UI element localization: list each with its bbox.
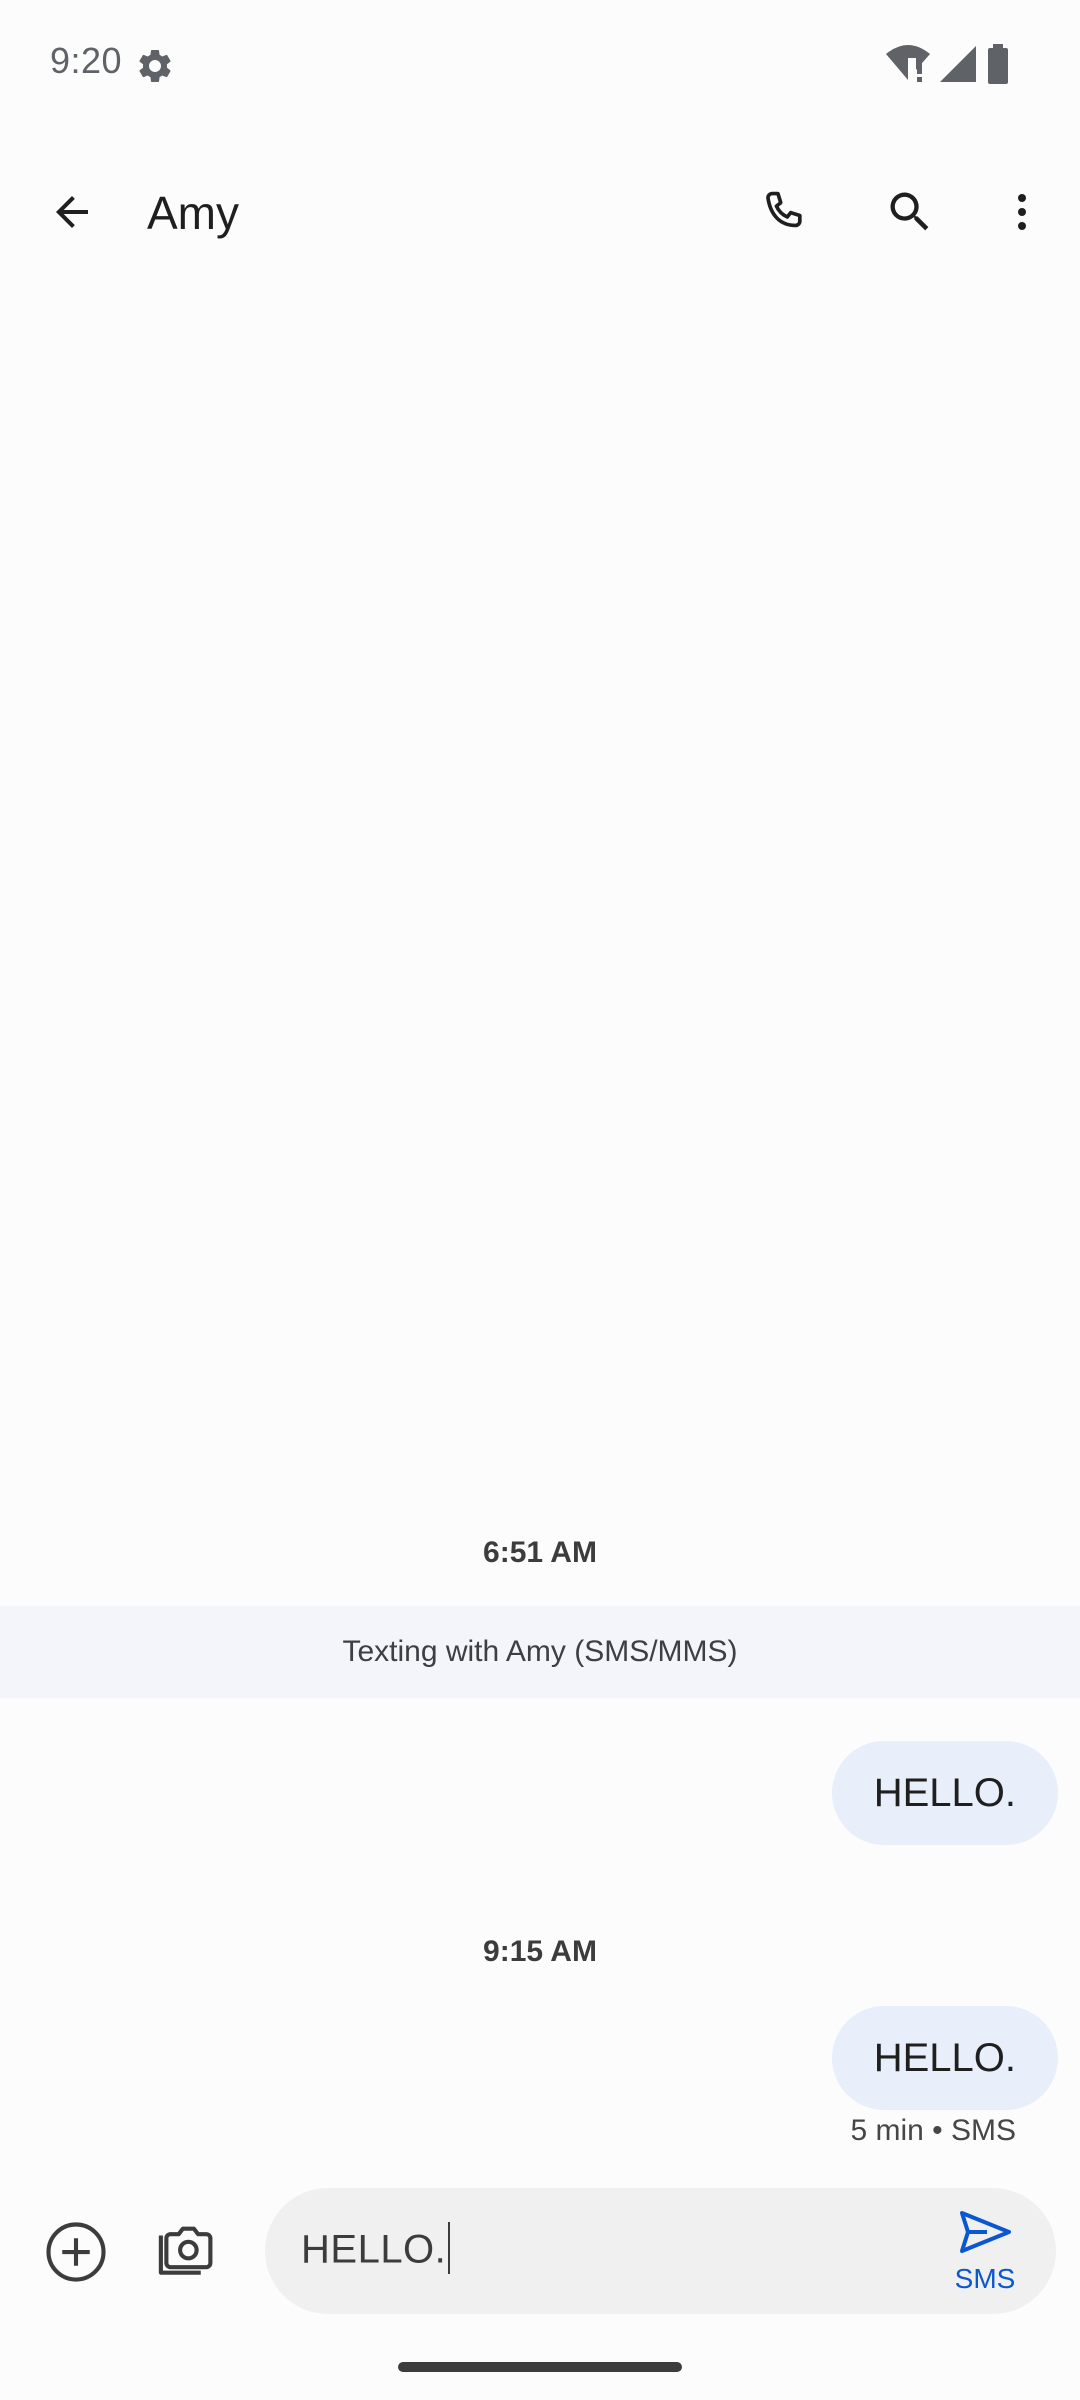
send-button[interactable]: SMS (950, 2208, 1020, 2298)
call-button[interactable] (752, 182, 816, 246)
send-label: SMS (954, 2263, 1016, 2294)
contact-name: Amy (147, 187, 239, 239)
wifi-alert-icon (886, 44, 930, 89)
status-bar: 9:20 (0, 0, 1080, 130)
timestamp: 6:51 AM (483, 1536, 597, 1569)
message-input-value: HELLO. (301, 2227, 447, 2272)
message-bubble[interactable]: HELLO. (831, 2006, 1058, 2110)
search-icon (884, 186, 936, 243)
home-indicator[interactable] (398, 2362, 682, 2372)
text-cursor (448, 2222, 451, 2274)
battery-icon (986, 44, 1010, 89)
back-button[interactable] (40, 182, 104, 246)
status-icons (886, 44, 1010, 89)
camera-gallery-icon (154, 2219, 220, 2290)
app-bar: Amy (0, 160, 1080, 260)
search-button[interactable] (878, 182, 942, 246)
add-circle-icon (43, 2219, 109, 2290)
camera-button[interactable] (147, 2214, 227, 2294)
more-options-button[interactable] (990, 182, 1054, 246)
settings-gear-icon (135, 46, 175, 86)
send-icon (957, 2208, 1013, 2261)
more-vert-icon (998, 188, 1046, 241)
message-input[interactable]: HELLO. SMS (265, 2188, 1056, 2314)
message-bubble[interactable]: HELLO. (831, 1741, 1058, 1845)
message-status: 5 min • SMS (850, 2114, 1016, 2147)
back-arrow-icon (48, 188, 96, 241)
timestamp: 9:15 AM (483, 1935, 597, 1968)
conversation-banner: Texting with Amy (SMS/MMS) (0, 1606, 1080, 1698)
compose-bar: HELLO. SMS (0, 2180, 1080, 2330)
message-input-text: HELLO. (301, 2222, 451, 2278)
status-time: 9:20 (50, 40, 123, 81)
attach-button[interactable] (36, 2214, 116, 2294)
cell-signal-icon (938, 44, 978, 89)
phone-icon (758, 186, 810, 243)
